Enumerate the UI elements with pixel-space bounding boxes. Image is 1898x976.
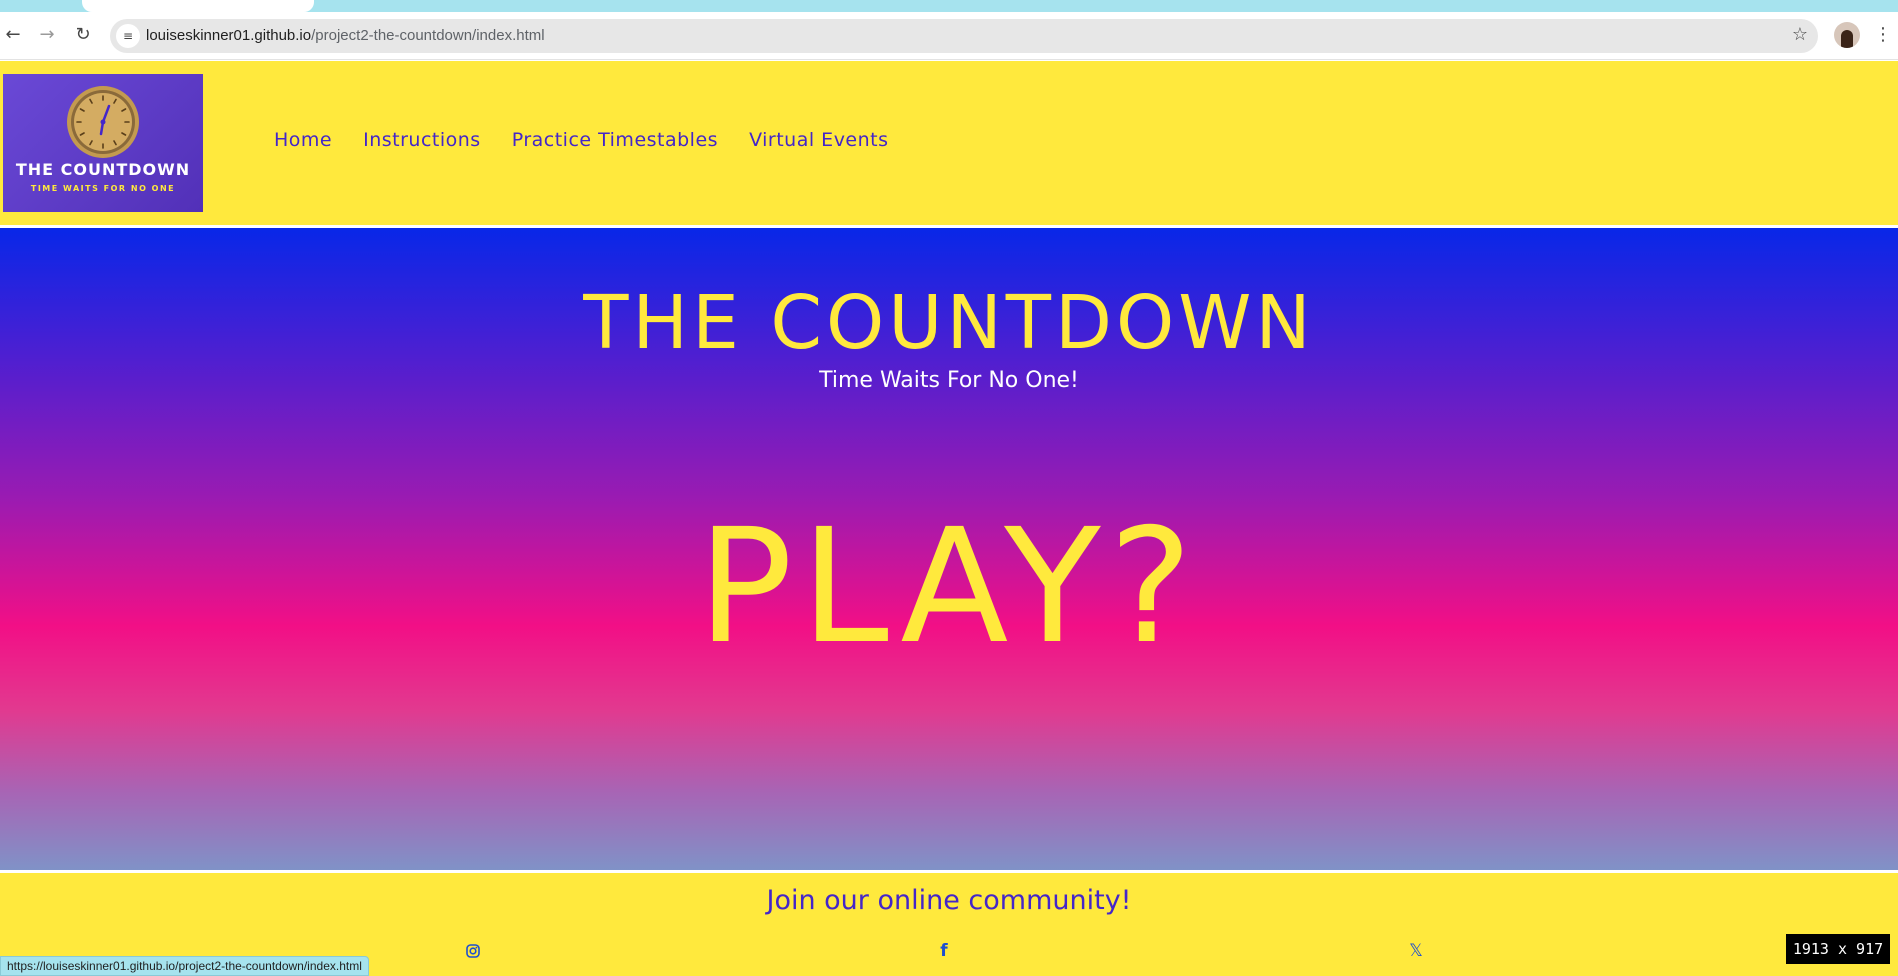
instagram-glyph [466, 944, 480, 958]
reload-icon[interactable]: ↻ [70, 22, 96, 48]
x-icon[interactable]: 𝕏 [1406, 941, 1426, 961]
hero-title: THE COUNTDOWN [583, 280, 1315, 366]
tab-strip [0, 0, 1898, 12]
nav-link-home[interactable]: Home [274, 129, 332, 151]
bookmark-star-icon[interactable]: ☆ [1792, 24, 1808, 45]
logo-title: THE COUNTDOWN [15, 160, 191, 179]
url-text[interactable]: louiseskinner01.github.io/project2-the-c… [146, 27, 545, 44]
main-nav: Home Instructions Practice Timestables V… [274, 129, 889, 151]
forward-icon[interactable]: → [34, 22, 60, 48]
address-bar[interactable]: ≡ louiseskinner01.github.io/project2-the… [110, 19, 1818, 53]
dimensions-overlay: 1913 x 917 [1786, 934, 1890, 964]
status-bar-url: https://louiseskinner01.github.io/projec… [0, 956, 369, 976]
url-path: /project2-the-countdown/index.html [311, 27, 545, 44]
nav-link-practice-timestables[interactable]: Practice Timestables [512, 129, 718, 151]
hero-subtitle: Time Waits For No One! [819, 368, 1079, 393]
clock-icon [67, 86, 139, 158]
nav-link-instructions[interactable]: Instructions [363, 129, 481, 151]
facebook-icon[interactable]: f [934, 941, 954, 961]
avatar-figure [1841, 30, 1853, 48]
back-icon[interactable]: ← [0, 22, 26, 48]
nav-link-virtual-events[interactable]: Virtual Events [749, 129, 888, 151]
page: THE COUNTDOWN TIME WAITS FOR NO ONE Home… [0, 61, 1898, 976]
play-button[interactable]: PLAY? [0, 508, 1898, 666]
instagram-icon[interactable] [463, 941, 483, 961]
profile-avatar[interactable] [1834, 22, 1860, 48]
footer-heading: Join our online community! [766, 885, 1132, 916]
hero-section: THE COUNTDOWN Time Waits For No One! PLA… [0, 225, 1898, 873]
menu-icon[interactable]: ⋮ [1874, 22, 1892, 48]
url-host: louiseskinner01.github.io [146, 27, 312, 44]
active-tab[interactable] [82, 0, 314, 12]
site-header: THE COUNTDOWN TIME WAITS FOR NO ONE Home… [0, 61, 1898, 225]
logo-subtitle: TIME WAITS FOR NO ONE [30, 184, 176, 193]
site-info-icon[interactable]: ≡ [116, 24, 140, 48]
site-logo[interactable]: THE COUNTDOWN TIME WAITS FOR NO ONE [3, 74, 203, 212]
browser-toolbar: ← → ↻ ≡ louiseskinner01.github.io/projec… [0, 12, 1898, 60]
